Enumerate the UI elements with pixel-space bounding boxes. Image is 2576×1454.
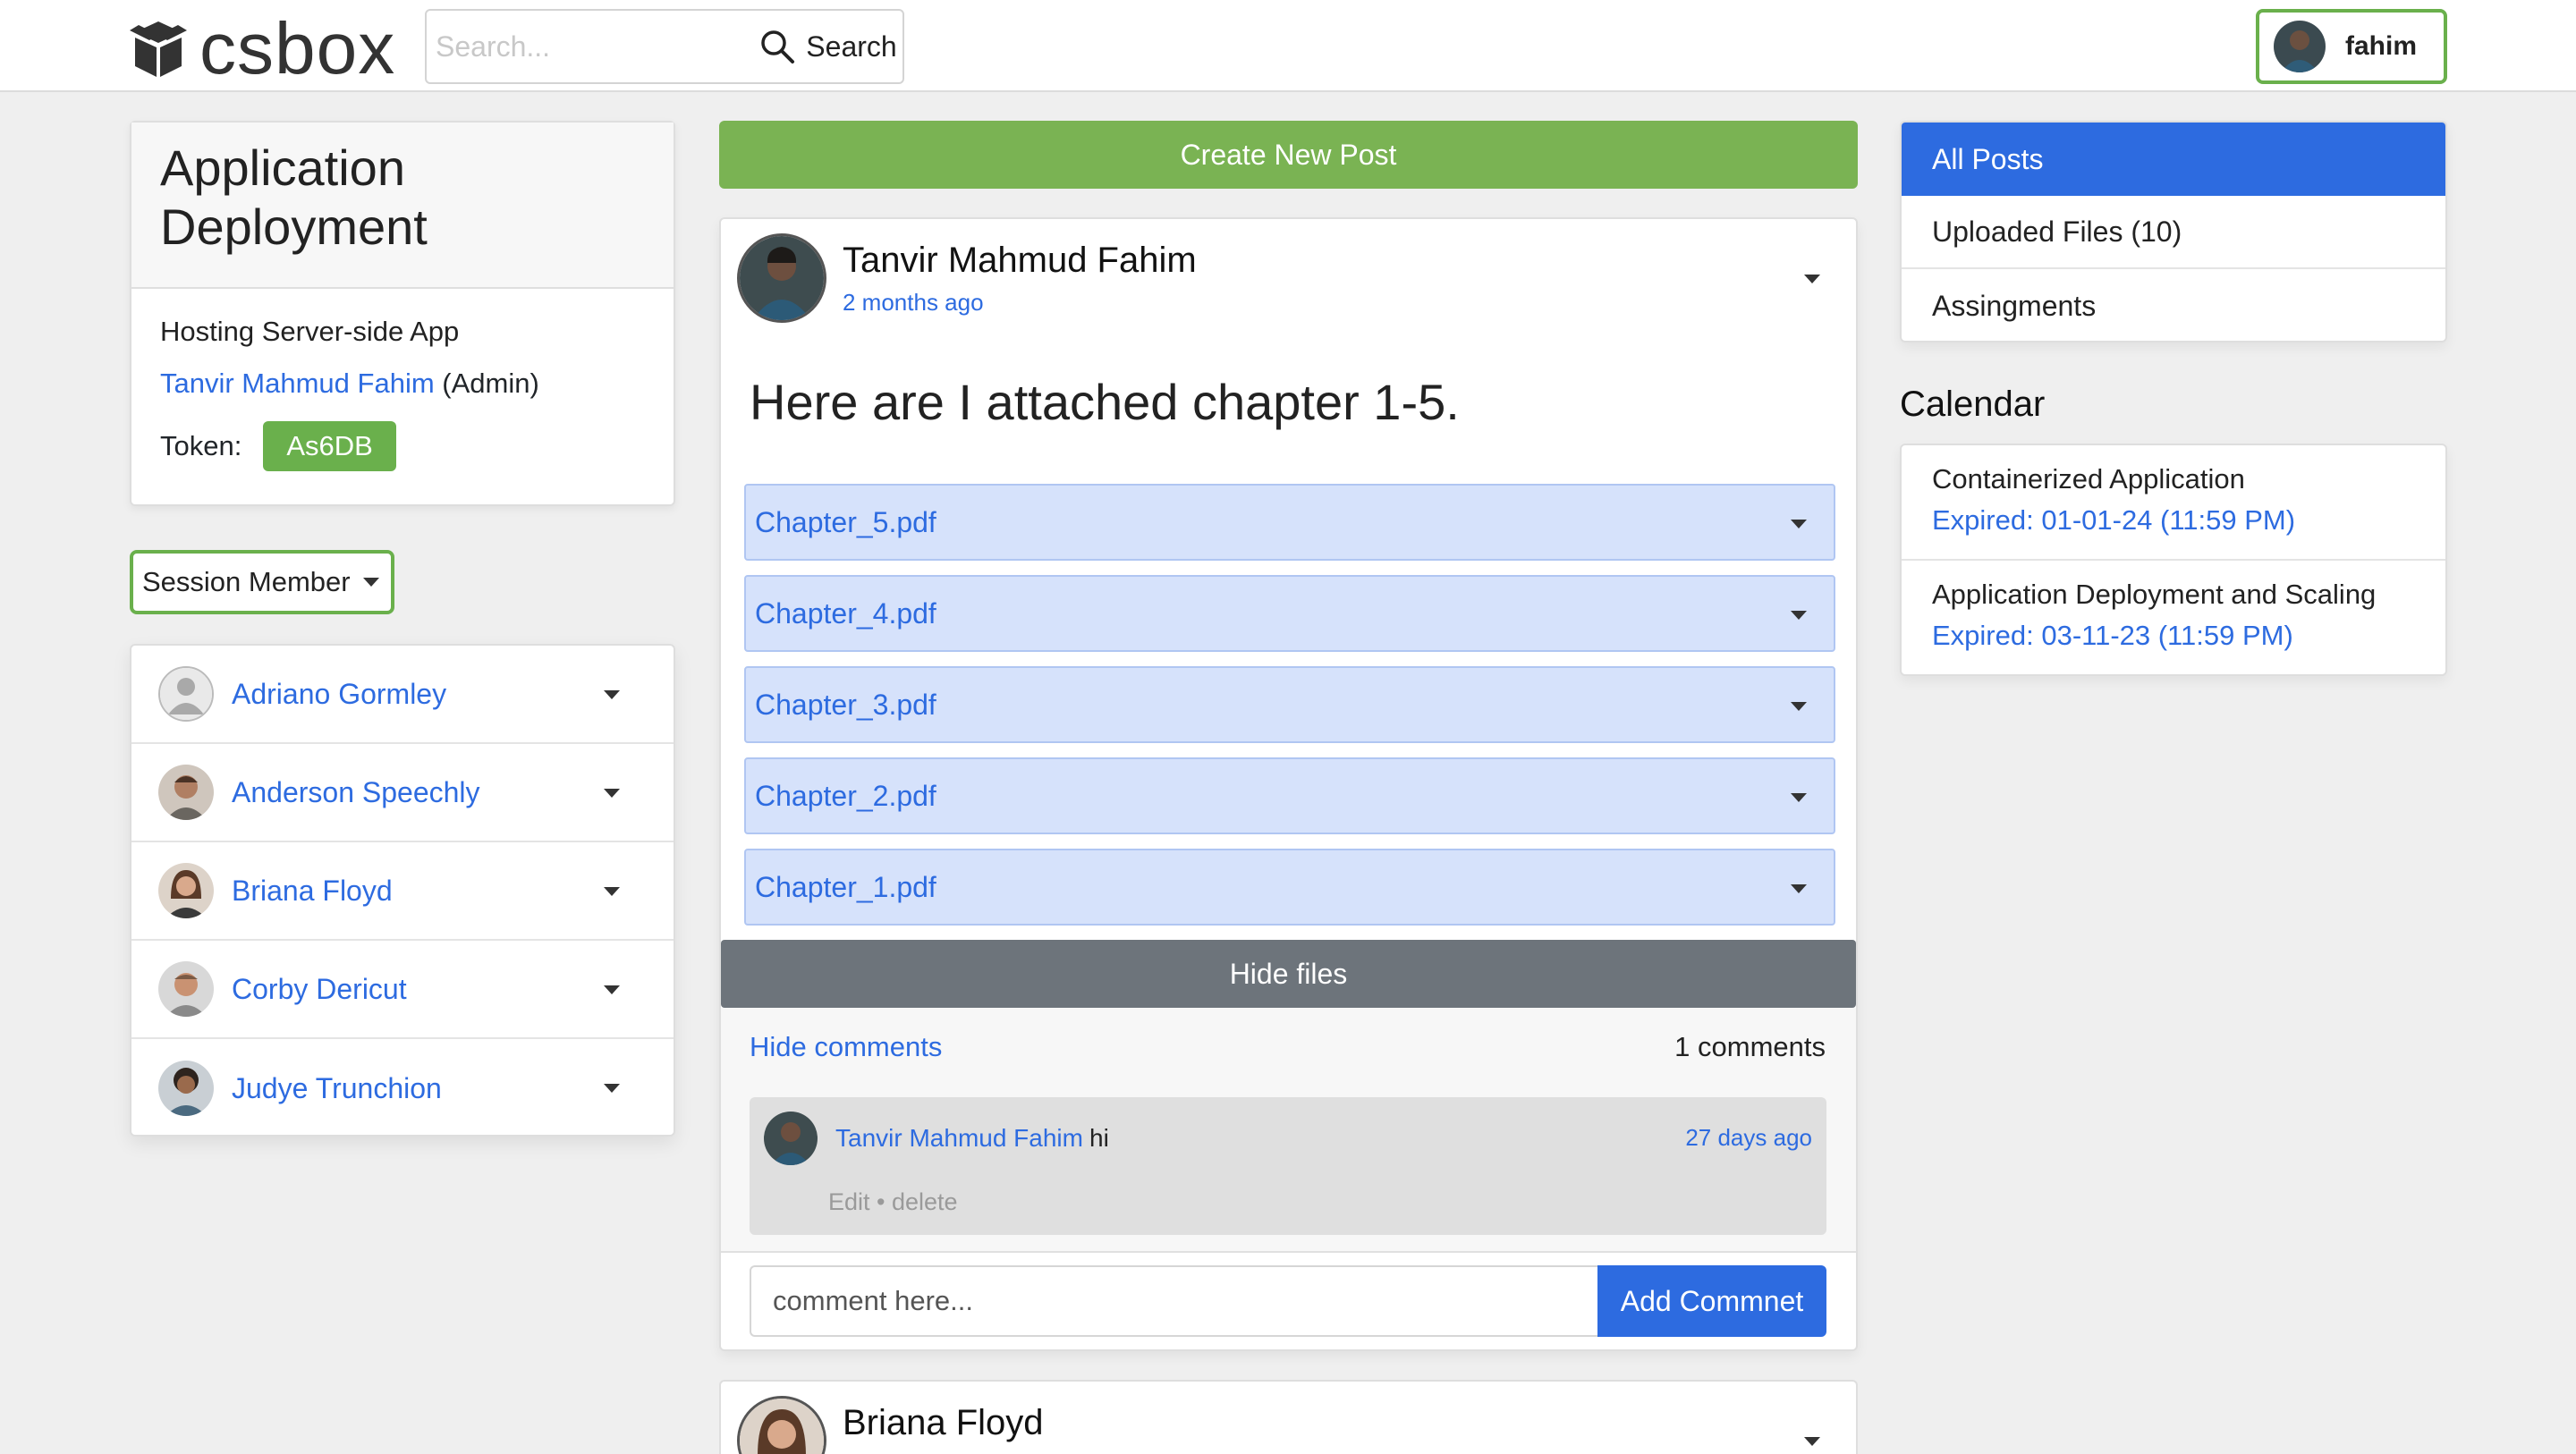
file-item[interactable]: Chapter_2.pdf [744, 757, 1835, 834]
token-label: Token: [160, 430, 242, 461]
logo-text: csbox [199, 8, 396, 89]
member-name[interactable]: Corby Dericut [232, 973, 407, 1006]
comment-author-avatar [764, 1112, 818, 1165]
course-subtitle: Hosting Server-side App [160, 316, 460, 347]
member-avatar [158, 961, 214, 1017]
file-name[interactable]: Chapter_5.pdf [755, 506, 936, 539]
file-item[interactable]: Chapter_5.pdf [744, 484, 1835, 561]
post-card: Tanvir Mahmud Fahim 2 months ago Here ar… [719, 217, 1858, 1351]
calendar-item-name: Containerized Application [1932, 463, 2245, 495]
add-comment-button[interactable]: Add Commnet [1597, 1265, 1826, 1337]
comment-author-link[interactable]: Tanvir Mahmud Fahim [835, 1124, 1083, 1153]
user-name: fahim [2345, 31, 2418, 61]
hide-comments-link[interactable]: Hide comments [750, 1031, 942, 1063]
comment-actions[interactable]: Edit • delete [828, 1188, 958, 1216]
member-item[interactable]: Corby Dericut [131, 941, 674, 1039]
member-item[interactable]: Adriano Gormley [131, 646, 674, 744]
calendar-title: Calendar [1900, 385, 2046, 424]
member-avatar [158, 1061, 214, 1116]
search-button[interactable]: Search [753, 11, 903, 82]
course-title: Application Deployment [160, 139, 428, 255]
search-box: Search [425, 9, 904, 84]
comment-count: 1 comments [1674, 1031, 1826, 1062]
member-name[interactable]: Anderson Speechly [232, 776, 480, 809]
member-item[interactable]: Briana Floyd [131, 842, 674, 941]
course-admin: Tanvir Mahmud Fahim (Admin) [160, 368, 645, 400]
calendar-item-date[interactable]: Expired: 01-01-24 (11:59 PM) [1932, 504, 2415, 537]
create-post-button[interactable]: Create New Post [719, 121, 1858, 189]
session-member-label: Session Member [142, 566, 351, 597]
file-name[interactable]: Chapter_4.pdf [755, 597, 936, 630]
user-avatar [2274, 21, 2326, 72]
member-name[interactable]: Judye Trunchion [232, 1072, 442, 1105]
calendar-item[interactable]: Application Deployment and Scaling Expir… [1902, 561, 2445, 676]
calendar-card: Containerized Application Expired: 01-01… [1900, 444, 2447, 676]
member-avatar [158, 765, 214, 820]
member-list: Adriano Gormley Anderson Speechly Briana… [130, 644, 675, 1137]
member-caret-icon[interactable] [604, 690, 620, 699]
user-menu-button[interactable]: fahim [2256, 9, 2447, 84]
member-name[interactable]: Briana Floyd [232, 875, 393, 908]
search-icon [761, 30, 795, 63]
token-badge: As6DB [263, 421, 396, 471]
nav-uploaded-files[interactable]: Uploaded Files (10) [1902, 196, 2445, 269]
nav-assignments[interactable]: Assingments [1902, 269, 2445, 341]
session-member-dropdown[interactable]: Session Member [130, 550, 394, 614]
member-caret-icon[interactable] [604, 1084, 620, 1093]
comment-text: hi [1089, 1124, 1109, 1152]
member-item[interactable]: Anderson Speechly [131, 744, 674, 842]
search-button-label: Search [806, 30, 897, 63]
course-header: Application Deployment [131, 123, 674, 289]
member-avatar [158, 863, 214, 918]
course-card: Application Deployment Hosting Server-si… [130, 121, 675, 506]
post-author-avatar[interactable] [737, 1396, 826, 1454]
file-caret-icon[interactable] [1791, 520, 1807, 528]
file-name[interactable]: Chapter_2.pdf [755, 780, 936, 813]
file-name[interactable]: Chapter_1.pdf [755, 871, 936, 904]
post-card: Briana Floyd [719, 1380, 1858, 1454]
logo[interactable]: csbox [130, 13, 395, 86]
navbar: csbox Search fahim [0, 0, 2576, 92]
post-author-name[interactable]: Tanvir Mahmud Fahim [843, 241, 1197, 281]
file-item[interactable]: Chapter_4.pdf [744, 575, 1835, 652]
member-avatar [158, 666, 214, 722]
box-logo-icon [130, 21, 187, 77]
calendar-item-name: Application Deployment and Scaling [1932, 579, 2377, 610]
post-author-name[interactable]: Briana Floyd [843, 1403, 1044, 1443]
course-body: Hosting Server-side App Tanvir Mahmud Fa… [131, 289, 674, 498]
search-input[interactable] [436, 23, 704, 70]
calendar-item[interactable]: Containerized Application Expired: 01-01… [1902, 445, 2445, 561]
file-name[interactable]: Chapter_3.pdf [755, 689, 936, 722]
nav-all-posts[interactable]: All Posts [1902, 123, 2445, 196]
file-item[interactable]: Chapter_3.pdf [744, 666, 1835, 743]
admin-link[interactable]: Tanvir Mahmud Fahim [160, 368, 435, 399]
file-item[interactable]: Chapter_1.pdf [744, 849, 1835, 926]
post-timestamp: 2 months ago [843, 289, 984, 316]
comment-timestamp: 27 days ago [1685, 1124, 1812, 1151]
comment-input[interactable] [750, 1265, 1599, 1337]
post-text: Here are I attached chapter 1-5. [750, 374, 1460, 430]
post-author-avatar[interactable] [737, 233, 826, 323]
hide-files-button[interactable]: Hide files [721, 940, 1856, 1008]
comments-section: Hide comments 1 comments Tanvir Mahmud F… [721, 1008, 1856, 1253]
file-caret-icon[interactable] [1791, 611, 1807, 620]
comment-item: Tanvir Mahmud Fahim hi 27 days ago Edit … [750, 1097, 1826, 1235]
member-caret-icon[interactable] [604, 789, 620, 798]
member-name[interactable]: Adriano Gormley [232, 678, 446, 711]
admin-role: (Admin) [442, 368, 539, 399]
member-caret-icon[interactable] [604, 887, 620, 896]
file-caret-icon[interactable] [1791, 702, 1807, 711]
member-caret-icon[interactable] [604, 985, 620, 994]
post-options-caret-icon[interactable] [1804, 1437, 1820, 1446]
file-caret-icon[interactable] [1791, 884, 1807, 893]
post-filter-nav: All Posts Uploaded Files (10) Assingment… [1900, 121, 2447, 342]
token-row: Token: As6DB [160, 421, 645, 471]
calendar-item-date[interactable]: Expired: 03-11-23 (11:59 PM) [1932, 620, 2415, 652]
post-options-caret-icon[interactable] [1804, 275, 1820, 283]
member-item[interactable]: Judye Trunchion [131, 1039, 674, 1137]
file-caret-icon[interactable] [1791, 793, 1807, 802]
caret-down-icon [362, 578, 379, 587]
